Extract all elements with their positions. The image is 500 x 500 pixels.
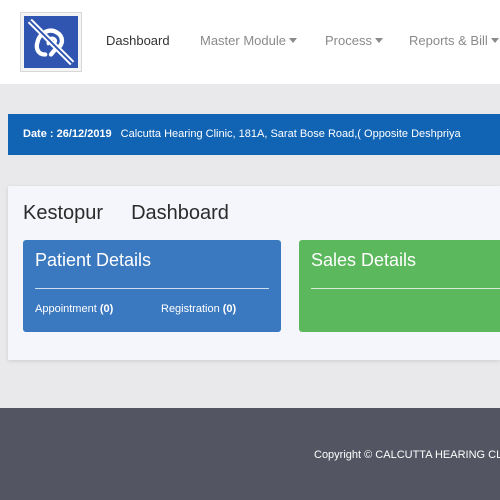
dashboard-title: Dashboard (131, 202, 229, 224)
footer: Copyright © CALCUTTA HEARING CLINIC (0, 408, 500, 500)
top-navbar: Dashboard Master Module Process Reports … (0, 0, 500, 84)
sales-details-panel: Sales Details (299, 240, 500, 332)
clinic-logo[interactable] (20, 12, 82, 72)
nav-master-module[interactable]: Master Module (200, 33, 297, 48)
info-bar: Date : 26/12/2019 Calcutta Hearing Clinic… (8, 114, 500, 155)
chevron-down-icon (490, 38, 499, 43)
copyright-text: Copyright © CALCUTTA HEARING CLINIC (314, 449, 500, 461)
registration-count: (0) (222, 303, 237, 315)
patient-details-panel: Patient Details Appointment (0) Registra… (23, 240, 281, 332)
appointment-link[interactable]: Appointment (0) (35, 303, 113, 315)
nav-process-label: Process (325, 33, 372, 48)
registration-label: Registration (161, 303, 220, 315)
current-date: Date : 26/12/2019 (23, 128, 112, 140)
clinic-address: Calcutta Hearing Clinic, 181A, Sarat Bos… (120, 128, 461, 140)
location-name: Kestopur (23, 202, 104, 224)
page-title: Kestopur Dashboard (23, 202, 229, 225)
dashboard-card: Kestopur Dashboard Patient Details Appoin… (8, 186, 500, 360)
appointment-label: Appointment (35, 303, 97, 315)
registration-link[interactable]: Registration (0) (161, 303, 236, 315)
hearing-impaired-icon (24, 16, 78, 68)
nav-process[interactable]: Process (325, 33, 383, 48)
nav-master-module-label: Master Module (200, 33, 286, 48)
nav-dashboard-label: Dashboard (106, 33, 170, 48)
divider (311, 288, 500, 289)
patient-details-heading: Patient Details (35, 250, 152, 270)
appointment-count: (0) (99, 303, 114, 315)
nav-reports-bill[interactable]: Reports & Bill (409, 33, 499, 48)
sales-details-heading: Sales Details (311, 250, 417, 270)
divider (35, 288, 269, 289)
nav-dashboard[interactable]: Dashboard (106, 33, 170, 48)
chevron-down-icon (288, 38, 297, 43)
nav-reports-bill-label: Reports & Bill (409, 33, 488, 48)
chevron-down-icon (374, 38, 383, 43)
